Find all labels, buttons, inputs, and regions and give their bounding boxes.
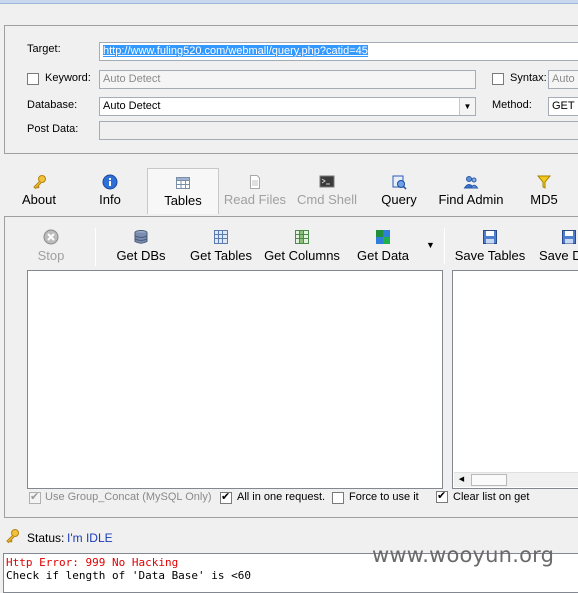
terminal-icon [319, 175, 335, 188]
target-label: Target: [27, 43, 61, 55]
save-data-button[interactable]: Save D [539, 229, 578, 273]
toolbar-separator [95, 228, 96, 266]
get-tables-label: Get Tables [190, 248, 252, 263]
postdata-label: Post Data: [27, 123, 79, 135]
toolbar-info-label: Info [99, 192, 121, 207]
scroll-left-icon[interactable]: ◀ [454, 473, 469, 487]
clear-list-label: Clear list on get [453, 491, 530, 503]
users-icon [463, 176, 479, 189]
data-grid-icon [376, 230, 390, 244]
info-icon [102, 174, 118, 190]
stop-icon [43, 229, 59, 245]
status-key-icon [6, 529, 19, 544]
toolbar-cmd-shell-label: Cmd Shell [297, 192, 357, 207]
keyword-checkbox[interactable] [27, 73, 39, 85]
data-list[interactable]: ◀ [452, 270, 578, 489]
tab-tables[interactable]: Tables [147, 168, 219, 214]
toolbar-read-files-label: Read Files [223, 192, 287, 207]
clear-list-checkbox[interactable] [436, 489, 448, 503]
keyword-label: Keyword: [45, 72, 91, 84]
log-line-info: Check if length of 'Data Base' is <60 [6, 569, 252, 582]
stop-button[interactable]: Stop [33, 229, 69, 273]
status-label: Status: [27, 531, 65, 545]
toolbar-query-label: Query [381, 192, 417, 207]
query-icon [392, 175, 407, 190]
columns-icon [295, 230, 309, 244]
get-data-button[interactable]: Get Data [352, 229, 414, 273]
file-icon [250, 175, 260, 189]
database-select[interactable]: Auto Detect ▼ [99, 97, 476, 116]
get-dbs-button[interactable]: Get DBs [112, 229, 170, 273]
get-columns-button[interactable]: Get Columns [262, 229, 342, 273]
target-url-text: http://www.fuling520.com/webmall/query.p… [103, 45, 368, 57]
toolbar-find-admin-label: Find Admin [438, 192, 504, 207]
force-use-checkbox[interactable] [332, 492, 344, 504]
all-in-one-label: All in one request. [237, 491, 326, 503]
floppy-icon [562, 230, 576, 244]
use-group-concat-checkbox[interactable] [29, 490, 41, 504]
table-grid-icon [214, 230, 228, 244]
method-label: Method: [492, 99, 532, 111]
status-value: I'm IDLE [67, 531, 113, 545]
title-bar [0, 0, 578, 4]
save-tables-button[interactable]: Save Tables [452, 229, 528, 273]
toolbar-query[interactable]: Query [373, 168, 425, 212]
use-group-concat-label: Use Group_Concat (MySQL Only) [45, 491, 212, 503]
target-input[interactable]: http://www.fuling520.com/webmall/query.p… [99, 42, 578, 61]
main-toolbar: About Info Tables Read Files Cmd Shell Q… [0, 168, 578, 214]
scrollbar-thumb[interactable] [471, 474, 507, 486]
toolbar-read-files[interactable]: Read Files [222, 168, 288, 212]
get-data-dropdown-icon[interactable]: ▼ [426, 240, 435, 250]
method-value: GET [552, 100, 575, 112]
all-in-one-checkbox[interactable] [220, 490, 232, 504]
save-data-label: Save D [539, 248, 578, 263]
keyword-input[interactable]: Auto Detect [99, 70, 476, 89]
syntax-checkbox[interactable] [492, 73, 504, 85]
key-icon [33, 175, 46, 190]
toolbar-tables-label: Tables [164, 193, 202, 208]
get-columns-label: Get Columns [264, 248, 340, 263]
toolbar-about[interactable]: About [14, 168, 64, 212]
save-tables-label: Save Tables [454, 248, 526, 263]
database-label: Database: [27, 99, 78, 111]
toolbar-cmd-shell[interactable]: Cmd Shell [294, 168, 360, 212]
stop-label: Stop [37, 248, 65, 263]
toolbar-separator-2 [444, 228, 445, 264]
get-dbs-label: Get DBs [116, 248, 166, 263]
watermark: www.wooyun.org [372, 543, 555, 567]
toolbar-about-label: About [22, 192, 56, 207]
syntax-label: Syntax: [510, 72, 547, 84]
database-icon [134, 230, 148, 244]
databases-tree[interactable] [27, 270, 443, 489]
md5-icon [536, 175, 552, 189]
force-use-label: Force to use it [349, 491, 419, 503]
toolbar-info[interactable]: Info [88, 168, 132, 212]
database-value: Auto Detect [103, 100, 161, 112]
toolbar-md5-label: MD5 [530, 192, 558, 207]
get-tables-button[interactable]: Get Tables [186, 229, 256, 273]
postdata-input[interactable] [99, 121, 578, 140]
chevron-down-icon[interactable]: ▼ [459, 98, 475, 115]
method-select[interactable]: GET [548, 97, 578, 116]
table-icon [176, 177, 190, 189]
toolbar-find-admin[interactable]: Find Admin [434, 168, 508, 212]
syntax-input[interactable]: Auto [548, 70, 578, 89]
horizontal-scrollbar[interactable]: ◀ [454, 472, 578, 487]
toolbar-md5[interactable]: MD5 [524, 168, 564, 212]
floppy-icon [483, 230, 497, 244]
get-data-label: Get Data [356, 248, 410, 263]
